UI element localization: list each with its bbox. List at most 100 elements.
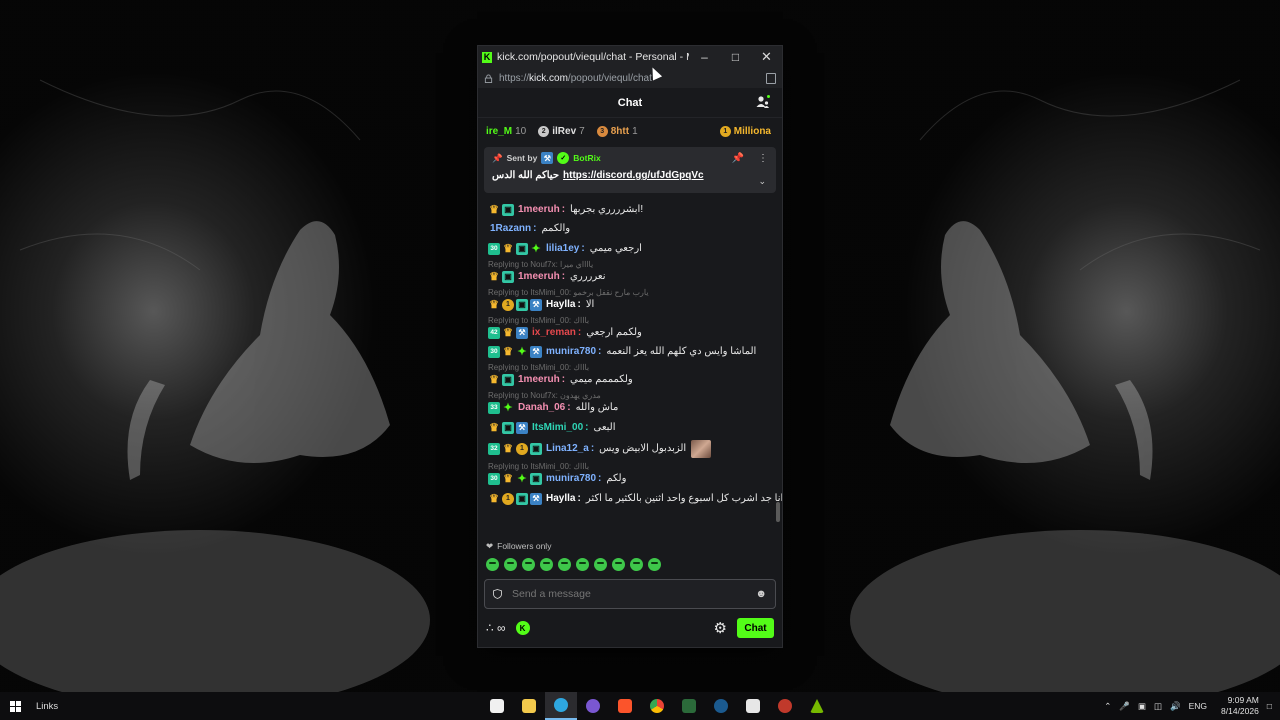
nvidia-icon [810, 699, 824, 713]
chat-username[interactable]: 1Razann [490, 222, 531, 236]
quick-emote-icon[interactable] [540, 557, 553, 571]
quick-emote-icon[interactable] [486, 557, 499, 571]
chat-username[interactable]: Danah_06 [518, 401, 565, 415]
steam-icon [714, 699, 728, 713]
chat-username[interactable]: lilia1ey [546, 242, 579, 256]
chat-message[interactable]: 30 ♛ ✦ ▣ munira780: ولكم [488, 472, 774, 486]
taskbar-discord-app[interactable] [577, 692, 609, 720]
leaderboard-entry[interactable]: 2 ilRev 7 [538, 125, 585, 137]
chat-message[interactable]: 33 ✦ Danah_06: ماش والله [488, 401, 774, 415]
reply-context[interactable]: Replying to ItsMimi_00: باااك [488, 363, 774, 373]
emoji-picker-icon[interactable]: ☻ [755, 588, 767, 600]
chat-message-list[interactable]: ♛ ▣ 1meeruh: ابشرررري بجربها! 1Razann: والكمم… [478, 197, 782, 535]
quick-emote-icon[interactable] [558, 557, 571, 571]
leaderboard-entry[interactable]: 1 Milliona [719, 125, 774, 137]
microphone-icon[interactable]: 🎤 [1119, 701, 1130, 712]
quick-emote-icon[interactable] [630, 557, 643, 571]
chat-message[interactable]: ♛ 1 ▣ ⚒ Haylla: الا [488, 298, 774, 312]
chevron-up-icon[interactable]: ⌃ [1104, 701, 1111, 712]
taskbar-xbox-app[interactable] [673, 692, 705, 720]
volume-icon[interactable]: 🔊 [1170, 701, 1181, 712]
quick-emote-icon[interactable] [522, 557, 535, 571]
taskbar-nvidia-app[interactable] [801, 692, 833, 720]
language-indicator[interactable]: ENG [1189, 701, 1207, 711]
top-gifter-badge-icon: 1 [502, 298, 514, 311]
chat-send-button[interactable]: Chat [737, 618, 774, 638]
windows-taskbar: Links ⌃ 🎤 ▣ ◫ 🔊 ENG 9:09 AM 8/14/2026 □ [0, 692, 1280, 720]
quick-emote-icon[interactable] [612, 557, 625, 571]
network-icon[interactable]: ◫ [1154, 701, 1162, 712]
more-options-icon[interactable]: ⋮ [758, 153, 768, 164]
chat-username[interactable]: ItsMimi_00 [532, 421, 583, 435]
gear-icon[interactable]: ⚙ [714, 619, 727, 637]
leaderboard-entry[interactable]: ire_M 10 [486, 126, 526, 137]
send-message-input[interactable] [512, 588, 746, 600]
chat-username[interactable]: 1meeruh [518, 270, 560, 284]
chat-message[interactable]: 42 ♛ ⚒ ix_reman: ولكمم ارجعي [488, 326, 774, 340]
chat-message[interactable]: 1Razann: والكمم [488, 222, 774, 236]
message-input-box[interactable]: ☻ [484, 579, 776, 609]
taskbar-rockstar-app[interactable] [769, 692, 801, 720]
reply-context[interactable]: Replying to Nouf7x: يااااي ميرا [488, 260, 774, 270]
brave-icon [618, 699, 632, 713]
username-colon: : [598, 346, 602, 357]
quick-emote-icon[interactable] [648, 557, 661, 571]
points-infinity-icon[interactable]: ∴ ∞ [486, 621, 506, 635]
notifications-icon[interactable]: □ [1267, 701, 1272, 711]
reply-context[interactable]: Replying to ItsMimi_00: باااك [488, 462, 774, 472]
quick-emote-icon[interactable] [504, 557, 517, 571]
chat-username[interactable]: munira780 [546, 472, 596, 486]
quick-emote-icon[interactable] [594, 557, 607, 571]
chat-username[interactable]: ix_reman [532, 326, 576, 340]
scrollbar-thumb[interactable] [776, 502, 780, 522]
links-toolbar[interactable]: Links [36, 701, 58, 712]
moderator-sword-icon: ⚒ [530, 298, 542, 311]
chevron-down-icon[interactable]: ⌄ [758, 176, 766, 187]
reader-mode-icon[interactable] [766, 72, 776, 84]
chat-message[interactable]: 32 ♛ 1 ▣ Lina12_a: الزبدبول الابيض ويس [488, 440, 774, 458]
kick-emote-icon[interactable]: K [515, 621, 530, 635]
reply-context[interactable]: Replying to ItsMimi_00: باااك [488, 316, 774, 326]
unpin-icon[interactable]: 📌 [732, 153, 744, 164]
chat-username[interactable]: 1meeruh [518, 203, 560, 217]
address-bar[interactable]: https://kick.com/popout/viequl/chat [478, 68, 782, 88]
edge-icon [554, 698, 568, 712]
pinned-message[interactable]: 📌 Sent by ⚒ ✓ BotRix حياكم الله الدس htt… [484, 147, 776, 193]
window-titlebar[interactable]: K kick.com/popout/viequl/chat - Personal… [478, 46, 782, 68]
taskbar-epic-app[interactable] [737, 692, 769, 720]
chat-message[interactable]: ♛ ▣ 1meeruh: ولكمممم ميمي [488, 373, 774, 387]
chat-message[interactable]: ♛1▣⚒ Haylla: شوف انا جد اشرب كل اسبوع واحد… [488, 492, 782, 506]
screen-share-icon[interactable]: ▣ [1138, 701, 1146, 712]
chat-username[interactable]: Haylla [546, 298, 575, 312]
taskbar-chrome-app[interactable] [641, 692, 673, 720]
chat-username[interactable]: 1meeruh [518, 373, 560, 387]
minimize-button[interactable]: – [689, 46, 720, 68]
chat-username[interactable]: Haylla [546, 492, 575, 506]
gifter-badge-icon: ✦ [517, 473, 527, 485]
reply-context[interactable]: Replying to Nouf7x: مدري يهدون [488, 391, 774, 401]
username-colon: : [561, 374, 566, 385]
quick-emote-icon[interactable] [576, 557, 589, 571]
chat-message[interactable]: ♛ ▣ ⚒ ItsMimi_00: البعى [488, 421, 774, 435]
start-button[interactable] [0, 692, 30, 720]
chat-username[interactable]: munira780 [546, 345, 596, 359]
chat-message[interactable]: 30 ♛ ✦ ⚒ munira780: الماشا وايس دي كلهم الله … [488, 345, 774, 359]
chat-username[interactable]: Lina12_a [546, 442, 589, 456]
pinned-link[interactable]: https://discord.gg/ufJdGpqVc [563, 170, 704, 181]
og-badge-icon: ▣ [502, 270, 514, 283]
close-button[interactable]: ✕ [751, 46, 782, 68]
reply-context[interactable]: Replying to ItsMimi_00: يارب مارح نقفل ب… [488, 288, 774, 298]
chat-message[interactable]: 30 ♛ ▣ ✦ lilia1ey: ارجعي ميمي [488, 242, 774, 256]
maximize-button[interactable]: □ [720, 46, 751, 68]
crown-badge-icon: ♛ [489, 270, 499, 283]
leaderboard-entry[interactable]: 3 8htt 1 [596, 125, 638, 137]
chat-message[interactable]: ♛ ▣ 1meeruh: نعرررري [488, 270, 774, 284]
chat-message[interactable]: ♛ ▣ 1meeruh: ابشرررري بجربها! [488, 203, 774, 217]
taskbar-explorer-app[interactable] [513, 692, 545, 720]
clock[interactable]: 9:09 AM 8/14/2026 [1221, 695, 1259, 717]
taskbar-steam-app[interactable] [705, 692, 737, 720]
taskbar-edge-app[interactable] [545, 692, 577, 720]
users-icon[interactable] [756, 95, 770, 109]
taskbar-brave-app[interactable] [609, 692, 641, 720]
taskbar-store-app[interactable] [481, 692, 513, 720]
